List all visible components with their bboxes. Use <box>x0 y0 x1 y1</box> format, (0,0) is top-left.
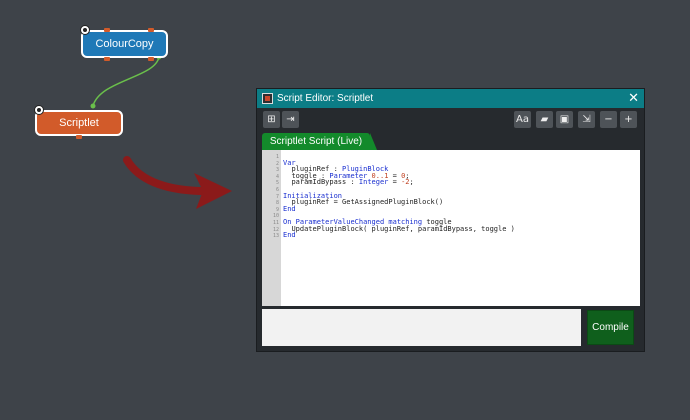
close-icon[interactable]: ✕ <box>628 91 639 105</box>
tab-scriptlet-script[interactable]: Scriptlet Script (Live) <box>262 133 377 150</box>
scriptlet-node-label: Scriptlet <box>59 117 99 129</box>
font-icon[interactable]: Aa <box>514 111 531 128</box>
exit-icon[interactable]: ⇥ <box>282 111 299 128</box>
scriptlet-node[interactable]: Scriptlet <box>35 110 123 136</box>
colourcopy-node-badge-icon[interactable] <box>80 25 90 35</box>
save-icon[interactable]: ▣ <box>556 111 573 128</box>
code-text: End <box>283 231 296 240</box>
editor-title: Script Editor: Scriptlet <box>277 93 374 104</box>
colourcopy-input-pin-2[interactable] <box>148 28 154 32</box>
colourcopy-output-pin-2[interactable] <box>148 57 154 61</box>
editor-toolbar: ⊞ ⇥ Aa ▰ ▣ ⇲ − + <box>257 111 644 131</box>
import-icon[interactable]: ⇲ <box>578 111 595 128</box>
scriptlet-output-pin[interactable] <box>76 135 82 139</box>
line-number: 13 <box>272 233 279 240</box>
code-editor[interactable]: 1 2 Var 3 pluginRef : PluginBlock 4 toggle :… <box>262 150 640 306</box>
bracket-icon[interactable]: ⊞ <box>263 111 280 128</box>
colourcopy-output-pin[interactable] <box>104 57 110 61</box>
scriptlet-node-badge-icon[interactable] <box>34 105 44 115</box>
script-editor-window: Script Editor: Scriptlet ✕ ⊞ ⇥ Aa ▰ ▣ ⇲ … <box>256 88 645 352</box>
colourcopy-node-label: ColourCopy <box>95 38 154 50</box>
colourcopy-node[interactable]: ColourCopy <box>81 30 168 58</box>
output-panel[interactable] <box>262 309 581 346</box>
code-line: 13 End <box>262 231 640 239</box>
scriptlet-icon <box>262 93 273 104</box>
folder-icon[interactable]: ▰ <box>536 111 553 128</box>
editor-titlebar[interactable]: Script Editor: Scriptlet ✕ <box>257 89 644 108</box>
plus-icon[interactable]: + <box>620 111 637 128</box>
minus-icon[interactable]: − <box>600 111 617 128</box>
compile-button[interactable]: Compile <box>587 310 634 345</box>
colourcopy-input-pin[interactable] <box>104 28 110 32</box>
